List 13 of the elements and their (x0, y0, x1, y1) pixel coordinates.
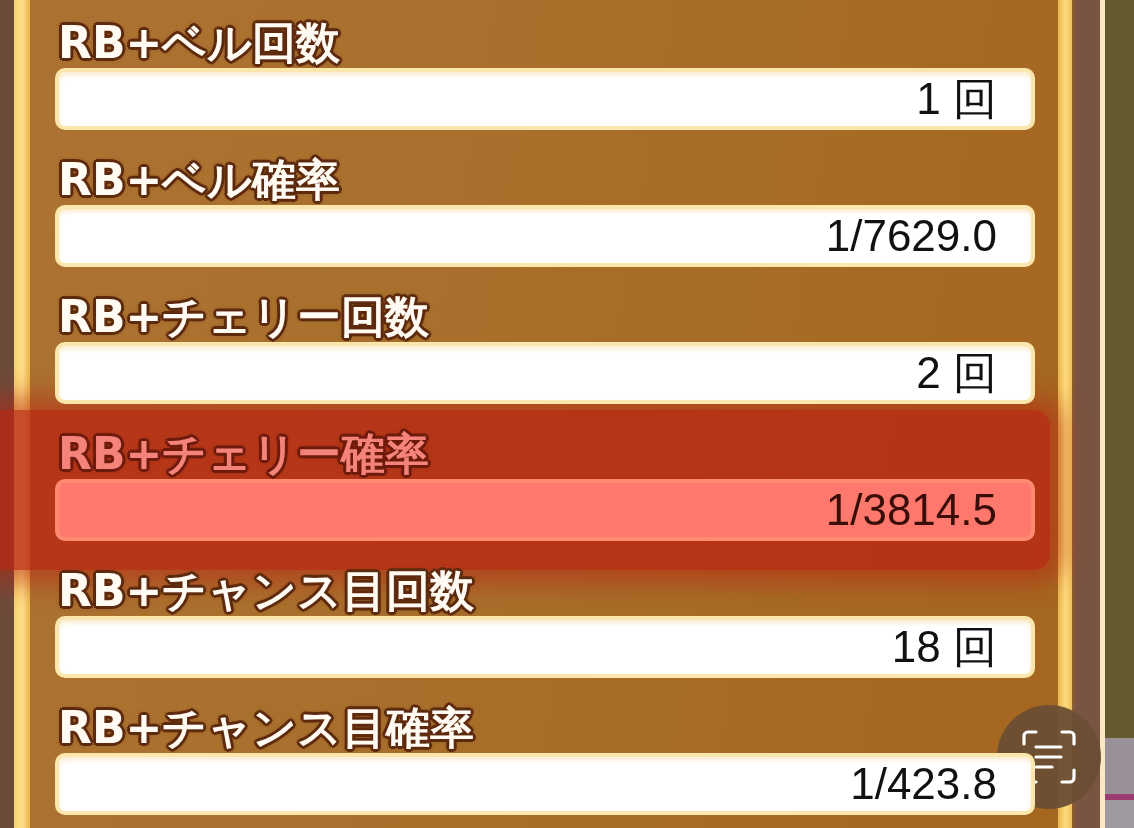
stat-label: RB+ベル回数 (58, 18, 341, 68)
stat-label: RB+チャンス目回数 (58, 566, 475, 616)
value-display: 1/423.8 (55, 753, 1035, 815)
scan-text-icon (1022, 730, 1076, 784)
value-display: 18 回 (55, 616, 1035, 678)
value-display: 1/7629.0 (55, 205, 1035, 267)
stat-label: RB+ベル確率 (58, 155, 341, 205)
value-display: 1 回 (55, 68, 1035, 130)
stat-label: RB+チャンス目確率 (58, 703, 475, 753)
stat-label: RB+チェリー確率 (58, 429, 430, 479)
stat-label: RB+チェリー回数 (58, 292, 430, 342)
value-display: 2 回 (55, 342, 1035, 404)
value-display: 1/3814.5 (55, 479, 1035, 541)
